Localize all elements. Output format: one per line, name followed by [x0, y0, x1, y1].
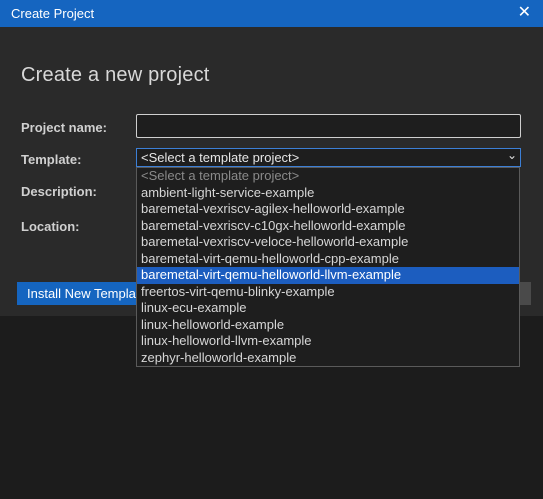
close-icon[interactable]: ✕	[518, 3, 531, 23]
project-name-label: Project name:	[21, 120, 107, 135]
project-name-input[interactable]	[136, 114, 521, 138]
description-label: Description:	[21, 184, 97, 199]
dropdown-option[interactable]: <Select a template project>	[137, 168, 519, 185]
install-new-template-label: Install New Template	[27, 286, 147, 301]
template-select[interactable]: <Select a template project> ⌄	[136, 148, 521, 167]
dropdown-option[interactable]: linux-ecu-example	[137, 300, 519, 317]
template-dropdown-list[interactable]: <Select a template project> ambient-ligh…	[136, 167, 520, 367]
dropdown-option-highlighted[interactable]: baremetal-virt-qemu-helloworld-llvm-exam…	[137, 267, 519, 284]
dropdown-option[interactable]: linux-helloworld-example	[137, 317, 519, 334]
chevron-down-icon: ⌄	[506, 148, 517, 162]
dialog-action-button[interactable]	[519, 282, 531, 305]
dropdown-option[interactable]: baremetal-virt-qemu-helloworld-cpp-examp…	[137, 251, 519, 268]
template-select-value: <Select a template project>	[141, 150, 300, 165]
dropdown-option[interactable]: freertos-virt-qemu-blinky-example	[137, 284, 519, 301]
dropdown-option[interactable]: ambient-light-service-example	[137, 185, 519, 202]
window-title: Create Project	[11, 6, 95, 21]
dropdown-option[interactable]: baremetal-vexriscv-veloce-helloworld-exa…	[137, 234, 519, 251]
location-label: Location:	[21, 219, 80, 234]
dropdown-option[interactable]: baremetal-vexriscv-c10gx-helloworld-exam…	[137, 218, 519, 235]
dropdown-option[interactable]: linux-helloworld-llvm-example	[137, 333, 519, 350]
install-new-template-button[interactable]: Install New Template	[17, 282, 147, 305]
page-title: Create a new project	[21, 64, 210, 86]
dropdown-option[interactable]: zephyr-helloworld-example	[137, 350, 519, 367]
template-label: Template:	[21, 152, 82, 167]
title-bar: Create Project ✕	[0, 0, 543, 27]
dropdown-option[interactable]: baremetal-vexriscv-agilex-helloworld-exa…	[137, 201, 519, 218]
